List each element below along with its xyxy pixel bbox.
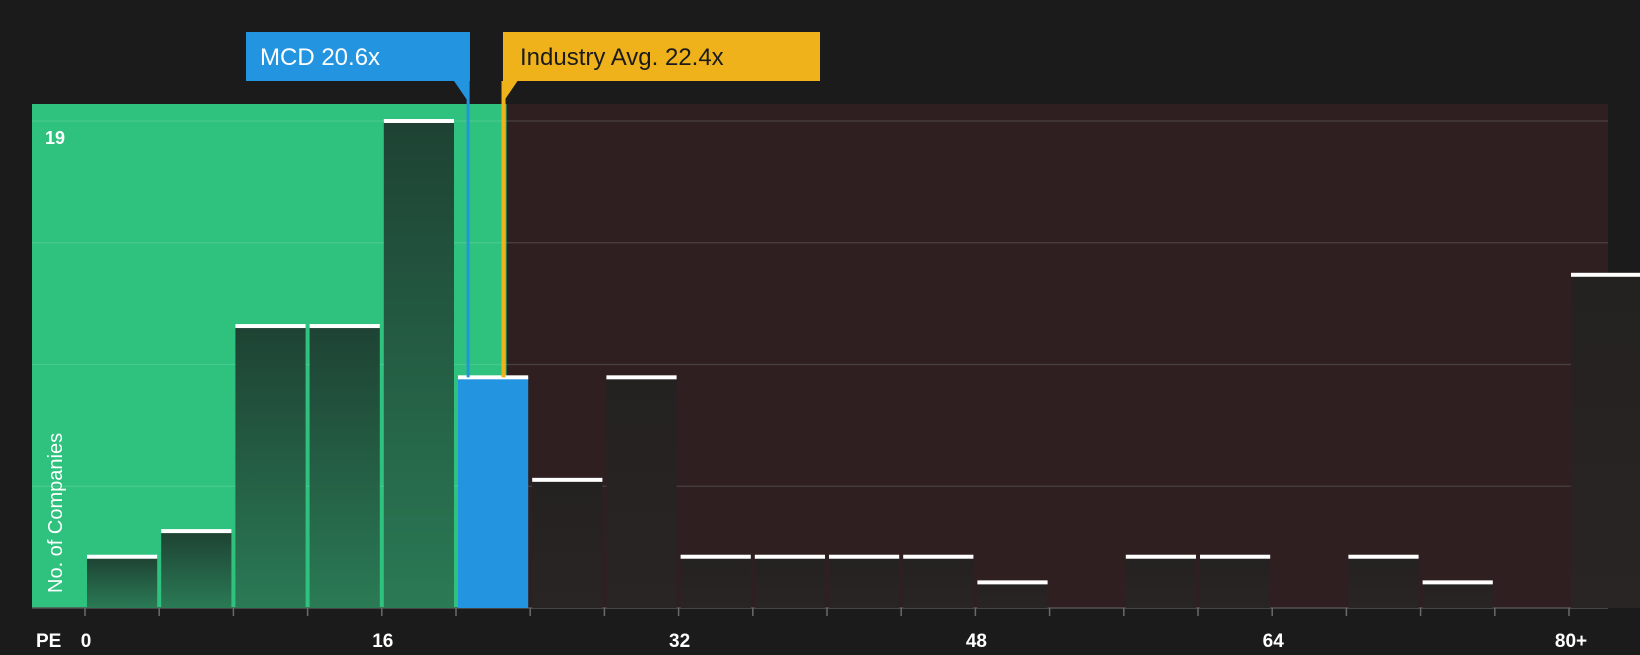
bar-44-48 bbox=[903, 556, 974, 608]
bar-36-40 bbox=[754, 556, 825, 608]
company-label-text: MCD 20.6x bbox=[260, 44, 380, 71]
bar-20-24 bbox=[458, 377, 529, 608]
bar-80-84 bbox=[1571, 274, 1640, 608]
x-axis-label: PE bbox=[36, 631, 61, 650]
bar-cap-36-40 bbox=[754, 554, 825, 559]
bar-cap-0-4 bbox=[87, 554, 158, 559]
bar-cap-4-8 bbox=[161, 529, 232, 534]
bar-28-32 bbox=[606, 377, 677, 608]
y-max-label: 19 bbox=[45, 128, 65, 148]
x-axis: 0 16 32 48 64 80+ bbox=[81, 608, 1587, 652]
bar-12-16 bbox=[309, 326, 380, 608]
y-axis-label: No. of Companies bbox=[45, 433, 67, 593]
bar-cap-24-28 bbox=[532, 477, 603, 482]
bar-cap-80-84 bbox=[1571, 272, 1640, 277]
bar-cap-8-12 bbox=[235, 324, 306, 329]
bar-cap-32-36 bbox=[680, 554, 751, 559]
bar-cap-40-44 bbox=[829, 554, 900, 559]
industry-label-text: Industry Avg. 22.4x bbox=[520, 44, 724, 71]
bar-8-12 bbox=[235, 326, 306, 608]
x-tick-label: 16 bbox=[372, 631, 393, 650]
bar-cap-16-20 bbox=[383, 119, 454, 123]
bar-cap-28-32 bbox=[606, 375, 677, 380]
bar-68-72 bbox=[1348, 556, 1419, 608]
bar-24-28 bbox=[532, 479, 603, 608]
bar-72-76 bbox=[1422, 582, 1493, 608]
bar-32-36 bbox=[680, 556, 751, 608]
bar-4-8 bbox=[161, 531, 232, 608]
bar-cap-56-60 bbox=[1125, 554, 1196, 559]
bar-cap-12-16 bbox=[309, 324, 380, 329]
pe-distribution-chart: 0 16 32 48 64 80+ 19 No. of Companies PE MCD … bbox=[0, 0, 1640, 652]
bar-cap-60-64 bbox=[1200, 554, 1271, 559]
x-tick-label: 80+ bbox=[1555, 631, 1587, 650]
bar-16-20 bbox=[383, 121, 454, 608]
bar-60-64 bbox=[1200, 556, 1271, 608]
bar-48-52 bbox=[977, 582, 1048, 608]
bar-cap-68-72 bbox=[1348, 554, 1419, 559]
x-tick-label: 32 bbox=[669, 631, 690, 650]
x-tick-label: 0 bbox=[81, 631, 92, 650]
bar-cap-44-48 bbox=[903, 554, 974, 559]
x-tick-label: 48 bbox=[966, 631, 987, 650]
bar-40-44 bbox=[829, 556, 900, 608]
bar-cap-48-52 bbox=[977, 580, 1048, 585]
bar-56-60 bbox=[1125, 556, 1196, 608]
chart-svg: 0 16 32 48 64 80+ 19 No. of Companies PE MCD … bbox=[32, 32, 1640, 652]
bar-0-4 bbox=[87, 556, 158, 608]
bar-cap-72-76 bbox=[1422, 580, 1493, 585]
x-tick-label: 64 bbox=[1263, 631, 1285, 650]
